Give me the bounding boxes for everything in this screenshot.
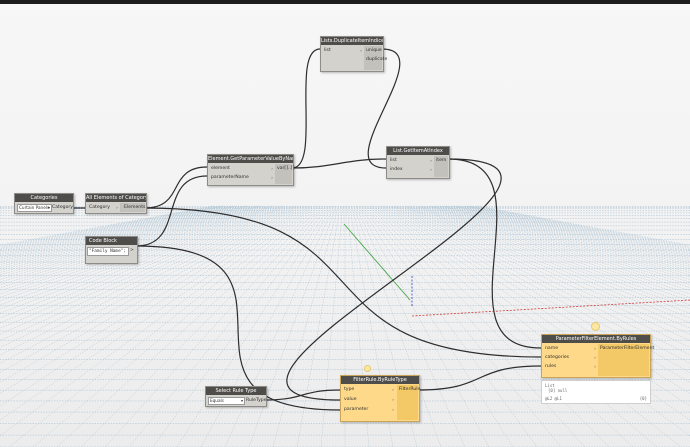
- dropdown-arrow-icon: ▾: [240, 398, 243, 403]
- node-select-rule-type[interactable]: Select Rule Type Equals ▾ RuleType: [205, 386, 267, 407]
- input-port-value[interactable]: value: [344, 396, 357, 403]
- port-chevron-icon: ›: [430, 158, 432, 163]
- node-parameter-filter-element-by-rules[interactable]: ParameterFilterElement.ByRules name cate…: [541, 334, 654, 378]
- input-port-category[interactable]: Category: [89, 204, 110, 211]
- output-port-duplicate[interactable]: duplicate: [366, 56, 387, 63]
- node-title: ParameterFilterElement.ByRules: [542, 335, 650, 343]
- node-preview-bubble[interactable]: List [0] null @L2 @L1 {0}: [541, 380, 651, 404]
- output-port-category[interactable]: Category: [52, 204, 73, 211]
- port-chevron-icon: ›: [392, 407, 394, 412]
- input-port-parameter[interactable]: parameter: [344, 406, 368, 413]
- lightbulb-icon: [364, 365, 371, 372]
- port-chevron-icon: ›: [430, 167, 432, 172]
- node-title: All Elements of Category: [86, 194, 146, 202]
- output-port-parameterfilterelement[interactable]: ParameterFilterElement: [600, 345, 654, 352]
- input-port-list[interactable]: list: [390, 157, 397, 164]
- input-port-parametername[interactable]: parameterName: [211, 174, 249, 181]
- output-port-elements[interactable]: Elements: [124, 204, 145, 211]
- output-port-filterrule[interactable]: FilterRule: [399, 386, 420, 393]
- node-title: Lists.DuplicateItemIndices: [321, 37, 383, 45]
- node-title: List.GetItemAtIndex: [387, 147, 449, 155]
- port-chevron-icon: ›: [594, 364, 596, 369]
- port-chevron-icon: ›: [594, 355, 596, 360]
- node-get-parameter-value-by-name[interactable]: Element.GetParameterValueByName element …: [207, 154, 295, 186]
- port-chevron-icon: ›: [594, 346, 596, 351]
- port-chevron-icon: ›: [116, 205, 118, 210]
- input-port-categories[interactable]: categories: [545, 354, 569, 361]
- output-port-item[interactable]: item: [436, 157, 446, 164]
- dropdown-value: Curtain Panels: [19, 205, 50, 210]
- category-dropdown[interactable]: Curtain Panels ▾: [17, 204, 52, 212]
- port-chevron-icon: ›: [392, 387, 394, 392]
- node-code-block[interactable]: Code Block "Family Name"; >: [85, 236, 138, 264]
- node-title: FilterRule.ByRuleType: [341, 376, 419, 384]
- node-duplicate-item-indices[interactable]: Lists.DuplicateItemIndices list › unique…: [320, 36, 387, 72]
- dropdown-arrow-icon: ▾: [47, 205, 50, 210]
- port-chevron-icon: ›: [360, 48, 362, 53]
- input-port-type[interactable]: type: [344, 386, 354, 393]
- node-categories[interactable]: Categories Curtain Panels ▾ Category: [14, 193, 74, 214]
- node-title: Select Rule Type: [206, 387, 266, 395]
- node-all-elements-of-category[interactable]: All Elements of Category Category › Elem…: [85, 193, 147, 214]
- code-editor[interactable]: "Family Name";: [87, 247, 129, 256]
- output-port[interactable]: >: [130, 247, 134, 254]
- output-port-ruletype[interactable]: RuleType: [246, 397, 267, 404]
- port-chevron-icon: ›: [271, 175, 273, 180]
- input-port-rules[interactable]: rules: [545, 363, 556, 370]
- node-title: Element.GetParameterValueByName: [208, 155, 293, 163]
- node-get-item-at-index[interactable]: List.GetItemAtIndex list index › › item: [386, 146, 450, 179]
- input-port-name[interactable]: name: [545, 345, 558, 352]
- input-port-element[interactable]: element: [211, 165, 230, 172]
- node-title: Code Block: [86, 237, 137, 245]
- port-chevron-icon: ›: [271, 166, 273, 171]
- output-port-var[interactable]: var[]..[]: [277, 165, 295, 172]
- lightbulb-icon: [591, 322, 600, 331]
- node-title: Categories: [15, 194, 73, 202]
- port-chevron-icon: ›: [392, 397, 394, 402]
- preview-item: [0] null: [548, 388, 568, 393]
- output-port-unique[interactable]: unique: [366, 47, 382, 54]
- dropdown-value: Equals: [210, 398, 224, 403]
- node-filter-rule-by-rule-type[interactable]: FilterRule.ByRuleType type value paramet…: [340, 375, 420, 422]
- input-port-index[interactable]: index: [390, 166, 403, 173]
- rule-type-dropdown[interactable]: Equals ▾: [208, 397, 245, 405]
- input-port-list[interactable]: list: [324, 47, 331, 54]
- preview-footer-count: {0}: [639, 396, 647, 401]
- preview-footer-levels: @L2 @L1: [545, 396, 562, 401]
- dynamo-canvas[interactable]: Categories Curtain Panels ▾ Category All…: [0, 0, 690, 447]
